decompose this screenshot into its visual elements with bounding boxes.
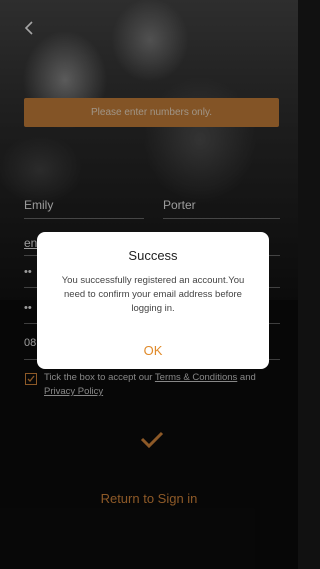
dialog-title: Success <box>128 248 178 263</box>
dialog-message: You successfully registered an account.Y… <box>61 275 245 314</box>
success-dialog: Success You successfully registered an a… <box>37 232 269 369</box>
ok-button[interactable]: OK <box>37 343 269 358</box>
registration-screen: Please enter numbers only. Emily Porter … <box>0 0 298 569</box>
